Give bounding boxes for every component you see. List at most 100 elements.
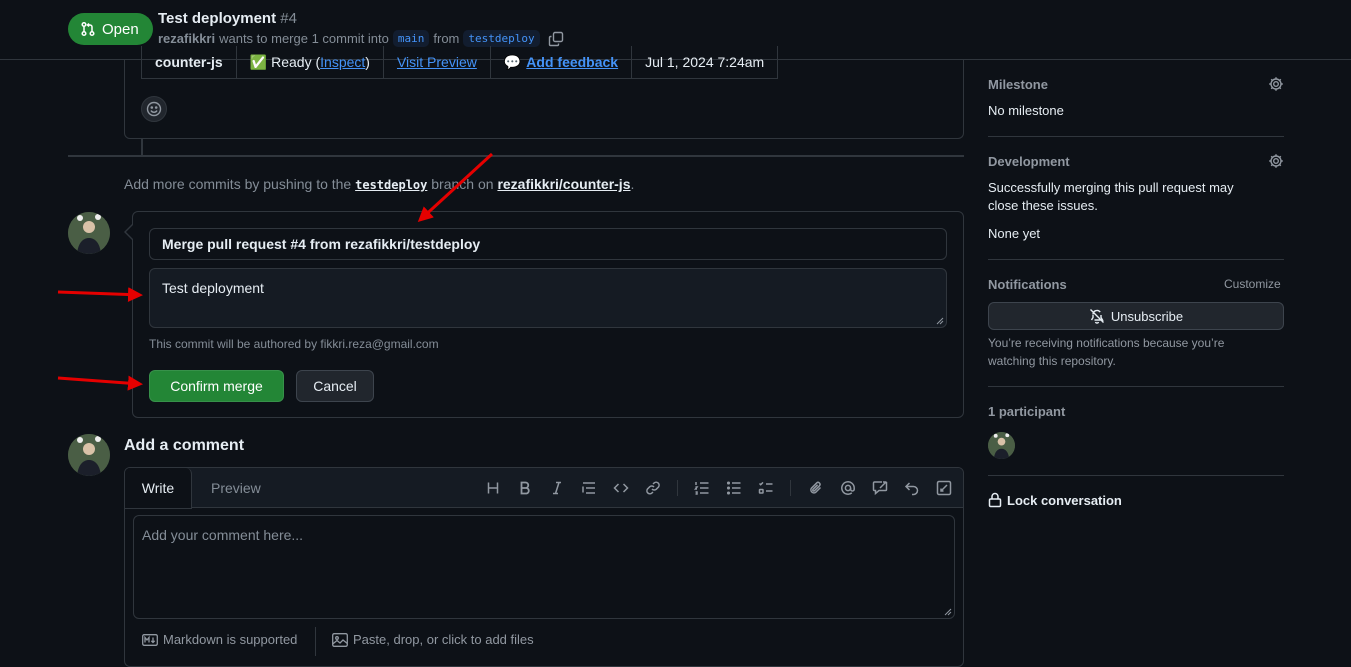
participant-avatar[interactable] (988, 432, 1015, 459)
confirm-merge-button[interactable]: Confirm merge (149, 370, 284, 402)
copy-icon[interactable] (548, 31, 564, 47)
cancel-button[interactable]: Cancel (296, 370, 374, 402)
add-reaction-button[interactable] (141, 96, 167, 122)
add-commits-hint: Add more commits by pushing to the testd… (124, 176, 634, 192)
gear-icon[interactable] (1268, 153, 1284, 169)
fullscreen-icon[interactable] (936, 480, 952, 496)
pr-author-link[interactable]: rezafikkri (158, 31, 215, 46)
state-label: Open (102, 20, 139, 38)
bold-icon[interactable] (517, 480, 533, 496)
head-branch[interactable]: testdeploy (463, 30, 540, 47)
commit-author-note: This commit will be authored by fikkri.r… (149, 337, 439, 351)
development-text: Successfully merging this pull request m… (988, 180, 1234, 213)
toolbar-divider (790, 480, 791, 496)
lock-conversation-button[interactable]: Lock conversation (988, 492, 1122, 508)
deploy-updated-cell: Jul 1, 2024 7:24am (632, 46, 777, 78)
mention-icon[interactable] (840, 480, 856, 496)
add-feedback-link[interactable]: Add feedback (526, 54, 618, 70)
annotation-arrow-confirm (57, 375, 143, 391)
unordered-list-icon[interactable] (726, 480, 742, 496)
lock-label: Lock conversation (1007, 492, 1122, 508)
customize-link[interactable]: Customize (1224, 277, 1281, 291)
markdown-note[interactable]: Markdown is supported (142, 632, 297, 647)
pr-title-text: Test deployment (158, 10, 277, 27)
comment-placeholder: Add your comment here... (142, 527, 304, 543)
speech-bubble-emoji: 💬 (503, 53, 522, 70)
reference-icon[interactable] (872, 480, 888, 496)
unsubscribe-button[interactable]: Unsubscribe (988, 302, 1284, 330)
paperclip-icon[interactable] (808, 480, 824, 496)
state-badge-open: Open (68, 13, 153, 45)
sidebar-divider (988, 259, 1284, 260)
deploy-preview-cell: Visit Preview (384, 46, 491, 78)
deployment-table: counter-js ✅ Ready ( Inspect ) Visit Pre… (141, 46, 779, 79)
attach-files-text: Paste, drop, or click to add files (353, 632, 534, 647)
hint-branch-link[interactable]: testdeploy (355, 178, 427, 192)
development-value: None yet (988, 226, 1041, 241)
git-pull-request-icon (80, 21, 96, 37)
timeline-line (141, 139, 143, 155)
lock-icon (988, 492, 1002, 508)
tab-write[interactable]: Write (125, 468, 192, 509)
development-label: Development (988, 154, 1070, 169)
add-comment-heading: Add a comment (124, 437, 245, 454)
branch-on-text: branch on (431, 176, 494, 192)
timeline-break (68, 155, 964, 157)
commit-title-value: Merge pull request #4 from rezafikkri/te… (162, 236, 481, 252)
notifications-label: Notifications (988, 277, 1067, 292)
markdown-note-text: Markdown is supported (163, 632, 298, 647)
notifications-text: You’re receiving notifications because y… (988, 336, 1225, 368)
visit-preview-link[interactable]: Visit Preview (397, 54, 477, 70)
quote-icon[interactable] (581, 480, 597, 496)
deploy-status-cell: ✅ Ready ( Inspect ) (237, 46, 384, 78)
editor-toolbar: Write Preview (125, 468, 963, 509)
code-icon[interactable] (613, 480, 629, 496)
check-emoji: ✅ (249, 53, 268, 70)
toolbar-divider (677, 480, 678, 496)
sidebar-divider (988, 386, 1284, 387)
tab-preview[interactable]: Preview (211, 468, 261, 508)
annotation-arrow-body (57, 287, 143, 303)
attach-files-button[interactable]: Paste, drop, or click to add files (332, 632, 534, 647)
pr-meta: rezafikkri wants to merge 1 commit into … (158, 30, 564, 47)
hint-period: . (630, 176, 635, 192)
heading-icon[interactable] (485, 480, 501, 496)
smiley-icon (146, 101, 162, 117)
ordered-list-icon[interactable] (694, 480, 710, 496)
participants-label: 1 participant (988, 404, 1066, 419)
commit-body-textarea[interactable]: Test deployment (149, 268, 947, 328)
commit-body-value: Test deployment (162, 280, 264, 296)
add-commits-prefix: Add more commits by pushing to the (124, 176, 352, 192)
repo-link[interactable]: rezafikkri/counter-js (497, 176, 630, 192)
merge-form-caret-inner (126, 225, 133, 239)
bell-slash-icon (1089, 308, 1105, 324)
markdown-icon (142, 633, 158, 646)
deploy-name: counter-js (155, 54, 223, 70)
status-suffix: ) (365, 54, 370, 70)
deploy-updated: Jul 1, 2024 7:24am (645, 54, 765, 70)
footer-divider (315, 627, 316, 656)
from-text: from (433, 31, 460, 46)
image-icon (332, 632, 348, 647)
sidebar-divider (988, 475, 1284, 476)
task-list-icon[interactable] (758, 480, 774, 496)
status-prefix: Ready ( (271, 54, 321, 70)
inspect-link[interactable]: Inspect (320, 54, 365, 70)
deploy-feedback-cell: 💬 Add feedback (491, 46, 633, 78)
undo-icon[interactable] (904, 480, 920, 496)
italic-icon[interactable] (549, 480, 565, 496)
milestone-label: Milestone (988, 77, 1048, 92)
sidebar-divider (988, 136, 1284, 137)
base-branch[interactable]: main (392, 30, 430, 47)
link-icon[interactable] (645, 480, 661, 496)
deploy-name-cell: counter-js (142, 46, 237, 78)
avatar[interactable] (68, 212, 110, 254)
gear-icon[interactable] (1268, 76, 1284, 92)
commit-title-input[interactable]: Merge pull request #4 from rezafikkri/te… (149, 228, 947, 260)
pr-title: Test deployment #4 (158, 10, 297, 27)
comment-avatar[interactable] (68, 434, 110, 476)
comment-textarea[interactable]: Add your comment here... (133, 515, 955, 619)
milestone-value: No milestone (988, 103, 1064, 118)
pr-number: #4 (280, 10, 297, 27)
unsubscribe-label: Unsubscribe (1110, 308, 1184, 324)
